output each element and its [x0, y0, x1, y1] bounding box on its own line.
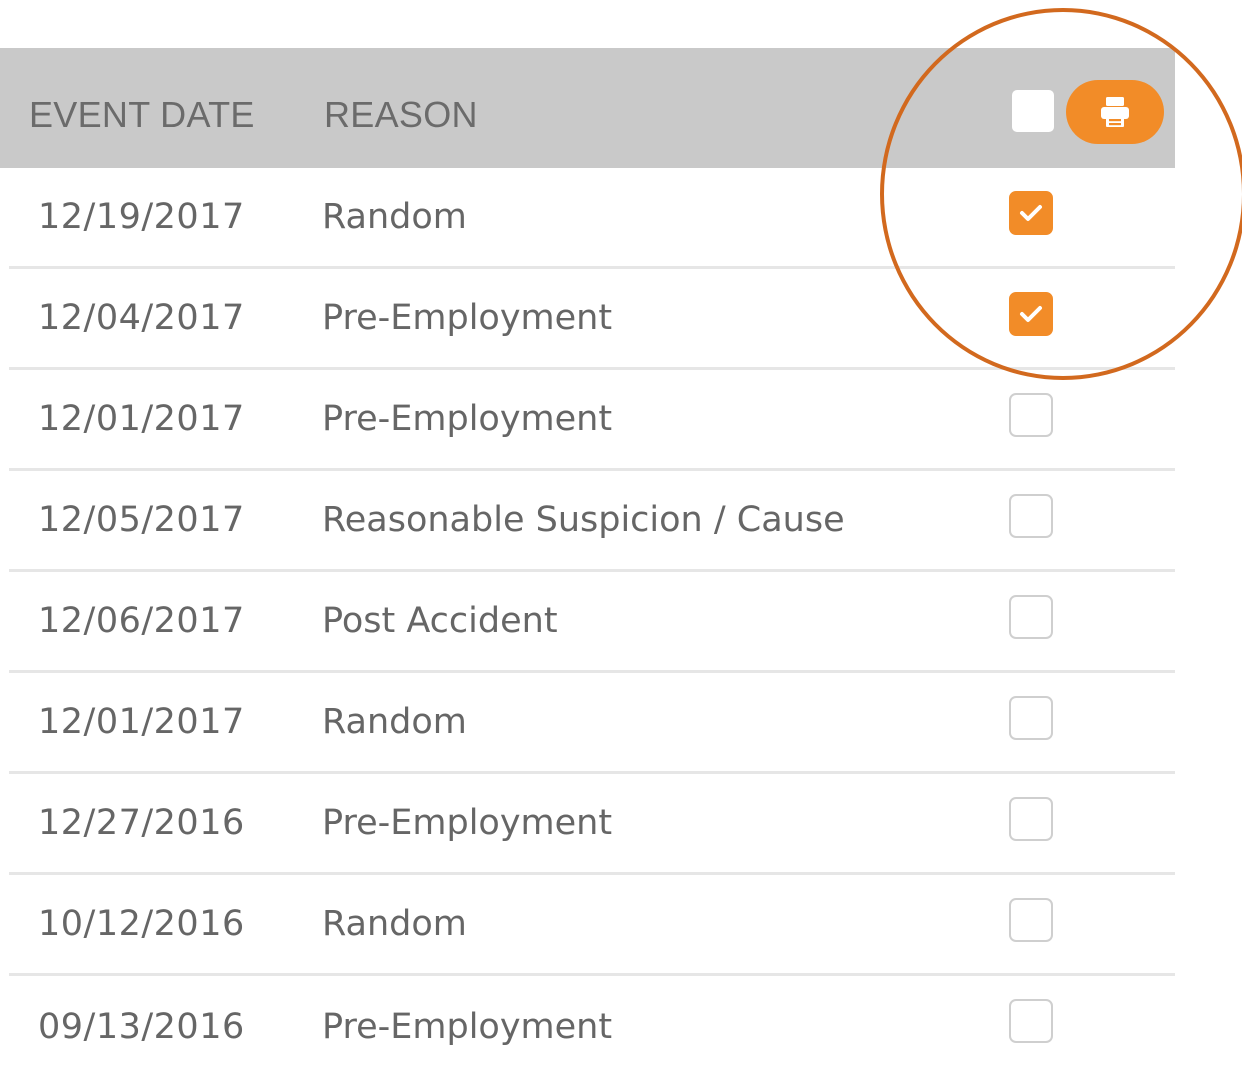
event-date-cell: 12/06/2017: [38, 601, 245, 641]
table-row[interactable]: 12/01/2017 Random: [9, 673, 1175, 774]
row-checkbox[interactable]: [1009, 595, 1053, 639]
table-row[interactable]: 12/19/2017 Random: [9, 168, 1175, 269]
column-header-event-date[interactable]: EVENT DATE: [29, 94, 255, 136]
row-checkbox[interactable]: [1009, 999, 1053, 1043]
row-checkbox[interactable]: [1009, 797, 1053, 841]
row-checkbox[interactable]: [1009, 898, 1053, 942]
print-button[interactable]: [1066, 80, 1164, 144]
reason-cell: Random: [322, 904, 467, 944]
reason-cell: Pre-Employment: [322, 803, 613, 843]
event-date-cell: 12/04/2017: [38, 298, 245, 338]
select-all-checkbox[interactable]: [1012, 90, 1054, 132]
reason-cell: Pre-Employment: [322, 399, 613, 439]
event-date-cell: 09/13/2016: [38, 1006, 245, 1047]
reason-cell: Reasonable Suspicion / Cause: [322, 500, 845, 540]
table-body: 12/19/2017 Random 12/04/2017 Pre-Employment…: [0, 168, 1175, 1077]
table-header: EVENT DATE REASON: [0, 48, 1175, 168]
table-row[interactable]: 12/06/2017 Post Accident: [9, 572, 1175, 673]
event-date-cell: 12/27/2016: [38, 803, 245, 843]
table-row[interactable]: 12/01/2017 Pre-Employment: [9, 370, 1175, 471]
checkmark-icon: [1020, 205, 1042, 221]
row-checkbox[interactable]: [1009, 494, 1053, 538]
reason-cell: Random: [322, 702, 467, 742]
row-checkbox[interactable]: [1009, 393, 1053, 437]
event-date-cell: 10/12/2016: [38, 904, 245, 944]
row-checkbox[interactable]: [1009, 292, 1053, 336]
event-date-cell: 12/01/2017: [38, 399, 245, 439]
table-row[interactable]: 12/05/2017 Reasonable Suspicion / Cause: [9, 471, 1175, 572]
printer-icon: [1101, 97, 1129, 127]
event-table: EVENT DATE REASON 12/19/2017 Random 12/04/…: [0, 48, 1175, 1077]
table-row[interactable]: 09/13/2016 Pre-Employment: [9, 976, 1175, 1077]
row-checkbox[interactable]: [1009, 191, 1053, 235]
checkmark-icon: [1020, 306, 1042, 322]
event-date-cell: 12/01/2017: [38, 702, 245, 742]
reason-cell: Random: [322, 197, 467, 237]
reason-cell: Pre-Employment: [322, 1006, 613, 1047]
column-header-reason[interactable]: REASON: [324, 94, 478, 136]
reason-cell: Post Accident: [322, 601, 558, 641]
table-row[interactable]: 10/12/2016 Random: [9, 875, 1175, 976]
reason-cell: Pre-Employment: [322, 298, 613, 338]
row-checkbox[interactable]: [1009, 696, 1053, 740]
table-row[interactable]: 12/27/2016 Pre-Employment: [9, 774, 1175, 875]
table-row[interactable]: 12/04/2017 Pre-Employment: [9, 269, 1175, 370]
event-date-cell: 12/19/2017: [38, 197, 245, 237]
event-date-cell: 12/05/2017: [38, 500, 245, 540]
